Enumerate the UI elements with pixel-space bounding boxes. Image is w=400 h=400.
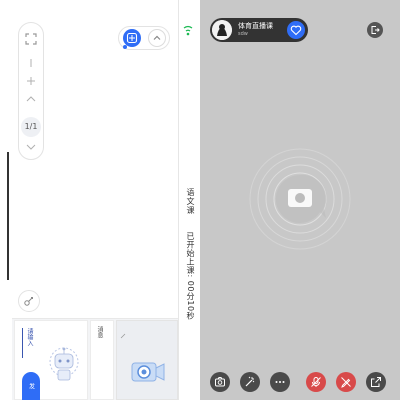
minus-icon[interactable] [19,57,43,69]
host-id: sdw [238,31,248,37]
message-card-label: 消息 [96,326,103,338]
plus-icon[interactable] [19,75,43,87]
chat-input-placeholder[interactable]: 请输入 [22,328,34,358]
host-name: 体育直播课 [238,22,273,30]
signal-icon [182,24,194,40]
camera-switch-icon[interactable] [210,372,230,392]
chevron-up-icon[interactable] [148,29,166,47]
tool-icon[interactable] [18,290,40,312]
whiteboard-toolbar: 1/1 [18,22,44,160]
chevron-up-icon[interactable] [19,93,43,105]
mic-off-icon[interactable] [306,372,326,392]
heart-add-icon[interactable] [287,21,305,39]
chevron-down-icon[interactable] [19,141,43,153]
pen-off-icon[interactable] [336,372,356,392]
panel-divider [178,0,179,400]
send-button[interactable]: 发 [22,372,40,400]
exit-icon[interactable] [367,22,383,38]
more-icon[interactable] [270,372,290,392]
video-placeholder-icon [248,147,352,251]
robot-illustration [44,340,84,390]
loop-icon[interactable] [123,29,141,49]
share-icon[interactable] [366,372,386,392]
page-indicator: 1/1 [21,117,41,137]
edit-icon[interactable] [120,324,126,339]
avatar[interactable] [212,20,232,40]
video-camera-icon [128,355,168,387]
fullscreen-icon[interactable] [19,33,43,45]
course-subject: 语文课 [186,188,195,215]
drawer-handle[interactable] [7,152,9,280]
class-duration: 已开始上课: 00分10秒 [186,232,195,321]
magic-wand-icon[interactable] [240,372,260,392]
